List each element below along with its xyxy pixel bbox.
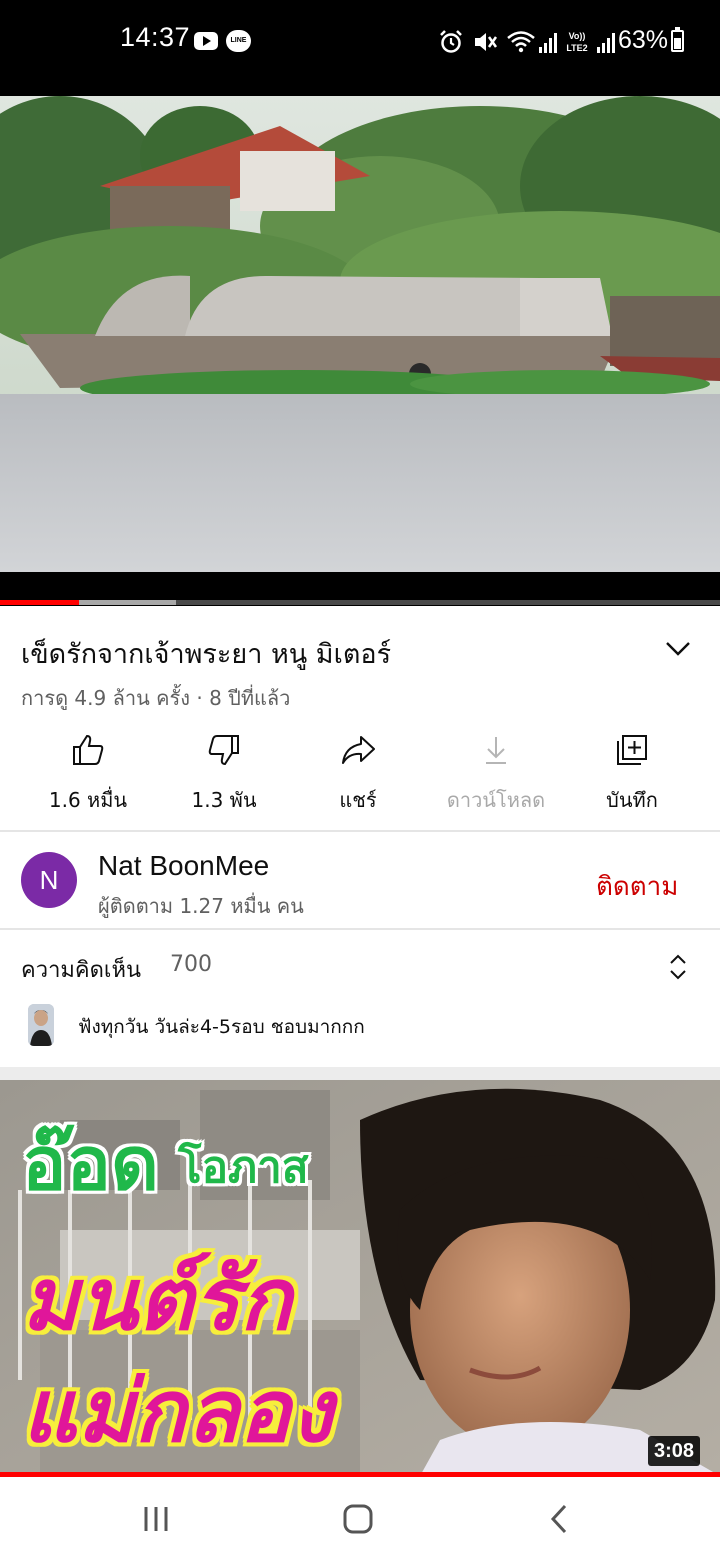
video-title[interactable]: เข็ดรักจากเจ้าพระยา หนู มิเตอร์ — [21, 632, 641, 675]
section-gap — [0, 1067, 720, 1080]
download-button[interactable]: ดาวน์โหลด — [426, 730, 566, 820]
battery-level — [674, 38, 681, 49]
expand-collapse-icon[interactable] — [664, 952, 692, 982]
video-meta: การดู 4.9 ล้าน ครั้ง · 8 ปีที่แล้ว — [21, 686, 291, 710]
mute-icon — [475, 33, 498, 51]
progress-played — [0, 600, 80, 605]
dislike-count: 1.3 พัน — [191, 788, 257, 812]
like-count: 1.6 หมื่น — [48, 788, 128, 812]
commenter-photo — [28, 1004, 54, 1046]
subscribe-button[interactable]: ติดตาม — [596, 866, 678, 907]
video-frame[interactable] — [0, 96, 720, 572]
download-icon — [486, 737, 506, 764]
video-duration: 3:08 — [648, 1436, 701, 1466]
channel-name[interactable]: Nat BoonMee — [98, 850, 269, 882]
svg-text:Vo)): Vo)) — [569, 31, 586, 41]
chevron-down-icon[interactable] — [664, 636, 692, 660]
action-row: 1.6 หมื่น 1.3 พัน แชร์ ดาวน์โหลด บันทึก — [0, 730, 720, 820]
thumbs-up-icon — [73, 734, 104, 765]
thumbs-down-icon — [208, 735, 239, 766]
youtube-icon — [194, 32, 218, 50]
like-button[interactable]: 1.6 หมื่น — [18, 730, 158, 820]
share-icon — [342, 736, 375, 764]
status-time: 14:37 — [120, 22, 191, 52]
save-button[interactable]: บันทึก — [562, 730, 702, 820]
svg-text:LTE2: LTE2 — [566, 43, 587, 53]
home-icon[interactable] — [338, 1499, 378, 1539]
thumb-title-artist-last: โอภาส — [178, 1132, 309, 1202]
dislike-button[interactable]: 1.3 พัน — [154, 730, 294, 820]
comments-count: 700 — [170, 952, 212, 977]
thumb-title-song-line2: แม่กลอง — [22, 1342, 333, 1476]
comments-title[interactable]: ความคิดเห็น — [21, 952, 141, 987]
status-icons: Vo)) LTE2 — [438, 27, 616, 57]
volte-icon: Vo)) LTE2 — [566, 31, 587, 53]
status-bar: 14:37 LINE Vo)) LTE2 63% — [0, 0, 720, 66]
battery-icon — [671, 27, 684, 52]
download-label: ดาวน์โหลด — [446, 788, 546, 812]
video-progress-bar[interactable] — [0, 600, 720, 605]
subscriber-count: ผู้ติดตาม 1.27 หมื่น คน — [98, 894, 304, 918]
system-nav-bar — [0, 1477, 720, 1560]
divider — [0, 928, 720, 930]
video-player[interactable] — [0, 66, 720, 606]
channel-avatar[interactable]: N — [21, 852, 77, 908]
alarm-icon — [440, 30, 462, 53]
thumb-title-artist-first: อ๊อด — [22, 1121, 159, 1207]
share-label: แชร์ — [339, 788, 377, 812]
next-video-thumbnail[interactable]: อ๊อด โอภาส มนต์รัก แม่กลอง — [0, 1080, 720, 1476]
wifi-icon — [507, 31, 535, 53]
line-icon: LINE — [226, 30, 251, 52]
save-playlist-icon — [617, 735, 647, 765]
video-still — [0, 96, 720, 572]
thumb-title-artist-last-text: โอภาส — [178, 1142, 309, 1193]
share-button[interactable]: แชร์ — [288, 730, 428, 820]
top-comment[interactable]: ฟังทุกวัน วันล่ะ4-5รอบ ชอบมากกก — [78, 1012, 365, 1042]
signal-icon — [539, 33, 557, 53]
commenter-avatar[interactable] — [28, 1004, 54, 1046]
thumb-title-song-line2-text: แม่กลอง — [22, 1362, 333, 1462]
recent-apps-icon[interactable] — [136, 1499, 176, 1539]
save-label: บันทึก — [606, 788, 658, 812]
signal-icon — [597, 33, 615, 53]
back-icon[interactable] — [540, 1499, 580, 1539]
divider — [0, 830, 720, 832]
thumb-title-song-line1-text: มนต์รัก — [22, 1250, 292, 1350]
thumb-title-artist: อ๊อด — [22, 1104, 159, 1222]
battery-percent: 63% — [618, 26, 669, 54]
